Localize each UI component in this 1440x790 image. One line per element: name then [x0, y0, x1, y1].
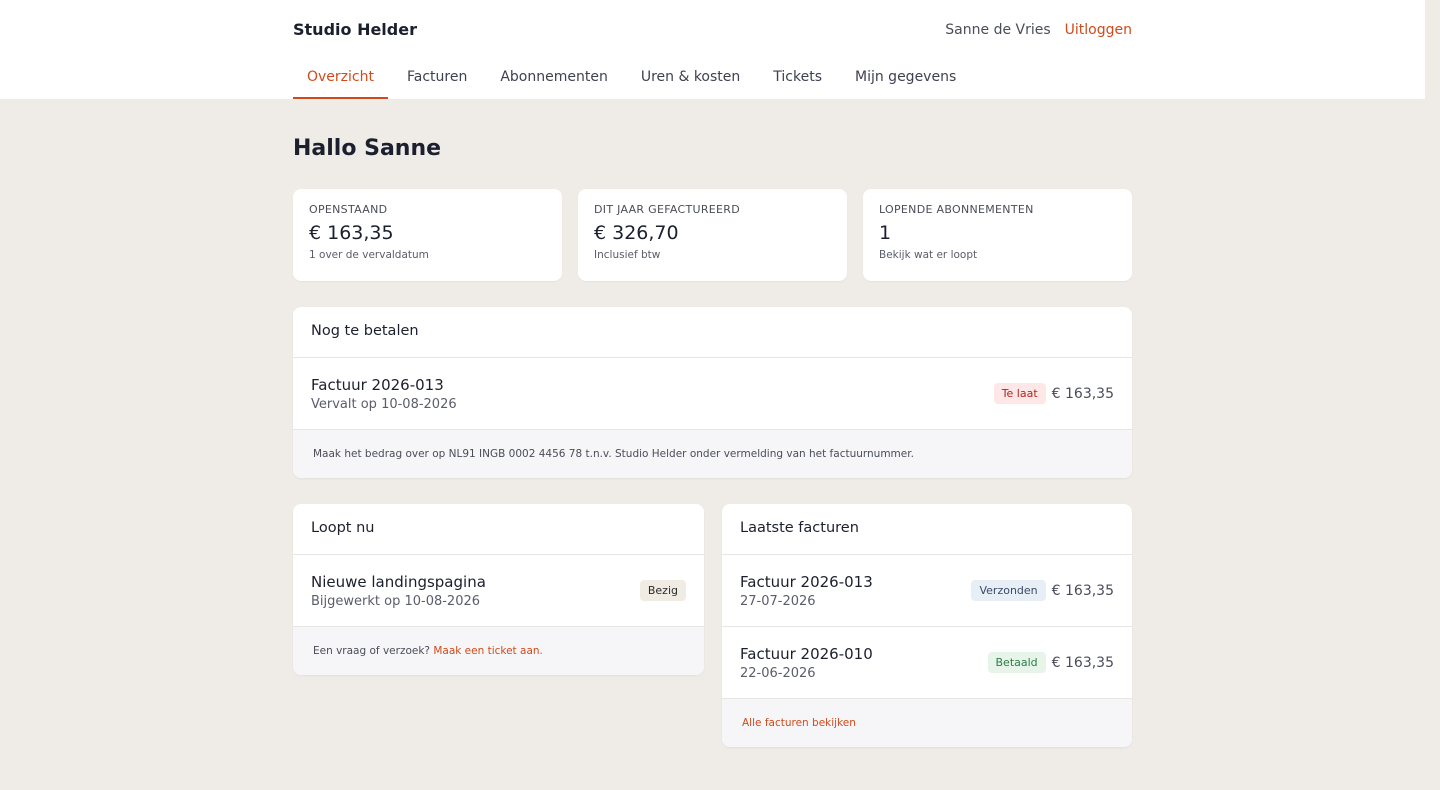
invoice-name: Factuur 2026-013: [311, 375, 444, 394]
latest-invoices-card: Laatste facturen Factuur 2026-013 27-07-…: [722, 504, 1132, 747]
scrollbar[interactable]: [1425, 0, 1440, 790]
logout-link[interactable]: Uitloggen: [1065, 22, 1132, 38]
stat-value: 1: [879, 222, 892, 244]
running-item-row[interactable]: Nieuwe landingspagina Bijgewerkt op 10-0…: [293, 555, 704, 627]
stat-label: DIT JAAR GEFACTUREERD: [594, 203, 741, 216]
tab-mijn-gegevens[interactable]: Mijn gegevens: [841, 56, 970, 99]
invoice-date: 22-06-2026: [740, 665, 816, 681]
stat-card-abonnementen[interactable]: LOPENDE ABONNEMENTEN 1 Bekijk wat er loo…: [863, 189, 1132, 281]
invoice-amount: € 163,35: [1051, 654, 1114, 671]
user-area: Sanne de Vries Uitloggen: [945, 22, 1132, 38]
latest-card-footer: Alle facturen bekijken: [722, 699, 1132, 747]
stat-label: LOPENDE ABONNEMENTEN: [879, 203, 1034, 216]
top-header: Studio Helder Sanne de Vries Uitloggen O…: [0, 0, 1425, 99]
status-badge: Te laat: [993, 383, 1046, 404]
due-invoice-row[interactable]: Factuur 2026-013 Vervalt op 10-08-2026 T…: [293, 358, 1132, 430]
user-name: Sanne de Vries: [945, 22, 1051, 38]
tab-overzicht[interactable]: Overzicht: [293, 56, 388, 99]
running-item-name: Nieuwe landingspagina: [311, 572, 486, 591]
invoice-due-date: Vervalt op 10-08-2026: [311, 396, 457, 412]
stat-card-openstaand: OPENSTAAND € 163,35 1 over de vervaldatu…: [293, 189, 562, 281]
running-card: Loopt nu Nieuwe landingspagina Bijgewerk…: [293, 504, 704, 675]
foot-text: Een vraag of verzoek?: [313, 645, 434, 657]
tab-abonnementen[interactable]: Abonnementen: [486, 56, 622, 99]
payment-note: Maak het bedrag over op NL91 INGB 0002 4…: [293, 430, 1132, 478]
tab-tickets[interactable]: Tickets: [759, 56, 836, 99]
stat-card-gefactureerd: DIT JAAR GEFACTUREERD € 326,70 Inclusief…: [578, 189, 847, 281]
latest-card-title: Laatste facturen: [722, 504, 1132, 555]
stat-sub: Bekijk wat er loopt: [879, 249, 978, 261]
invoice-name: Factuur 2026-013: [740, 572, 873, 591]
invoice-amount: € 163,35: [1051, 582, 1114, 599]
stat-value: € 163,35: [309, 222, 394, 244]
status-badge: Betaald: [987, 652, 1046, 673]
due-card-title: Nog te betalen: [293, 307, 1132, 358]
tab-facturen[interactable]: Facturen: [393, 56, 481, 99]
stat-value: € 326,70: [594, 222, 679, 244]
invoice-row[interactable]: Factuur 2026-013 27-07-2026 Verzonden € …: [722, 555, 1132, 627]
all-invoices-link[interactable]: Alle facturen bekijken: [742, 717, 856, 729]
tab-uren-kosten[interactable]: Uren & kosten: [627, 56, 754, 99]
stats-row: OPENSTAAND € 163,35 1 over de vervaldatu…: [293, 189, 1132, 281]
brand-name[interactable]: Studio Helder: [293, 20, 417, 39]
stat-sub: 1 over de vervaldatum: [309, 249, 429, 261]
page-title: Hallo Sanne: [293, 136, 442, 161]
stat-sub: Inclusief btw: [594, 249, 661, 261]
create-ticket-link[interactable]: Maak een ticket aan.: [433, 645, 543, 657]
invoice-row[interactable]: Factuur 2026-010 22-06-2026 Betaald € 16…: [722, 627, 1132, 699]
invoice-date: 27-07-2026: [740, 593, 816, 609]
due-card: Nog te betalen Factuur 2026-013 Vervalt …: [293, 307, 1132, 478]
status-badge: Verzonden: [971, 580, 1046, 601]
running-item-updated: Bijgewerkt op 10-08-2026: [311, 593, 481, 609]
invoice-amount: € 163,35: [1051, 385, 1114, 402]
status-badge: Bezig: [639, 580, 686, 601]
running-card-footer: Een vraag of verzoek? Maak een ticket aa…: [293, 627, 704, 675]
invoice-name: Factuur 2026-010: [740, 644, 873, 663]
stat-label: OPENSTAAND: [309, 203, 388, 216]
running-card-title: Loopt nu: [293, 504, 704, 555]
main-nav: Overzicht Facturen Abonnementen Uren & k…: [293, 56, 975, 99]
